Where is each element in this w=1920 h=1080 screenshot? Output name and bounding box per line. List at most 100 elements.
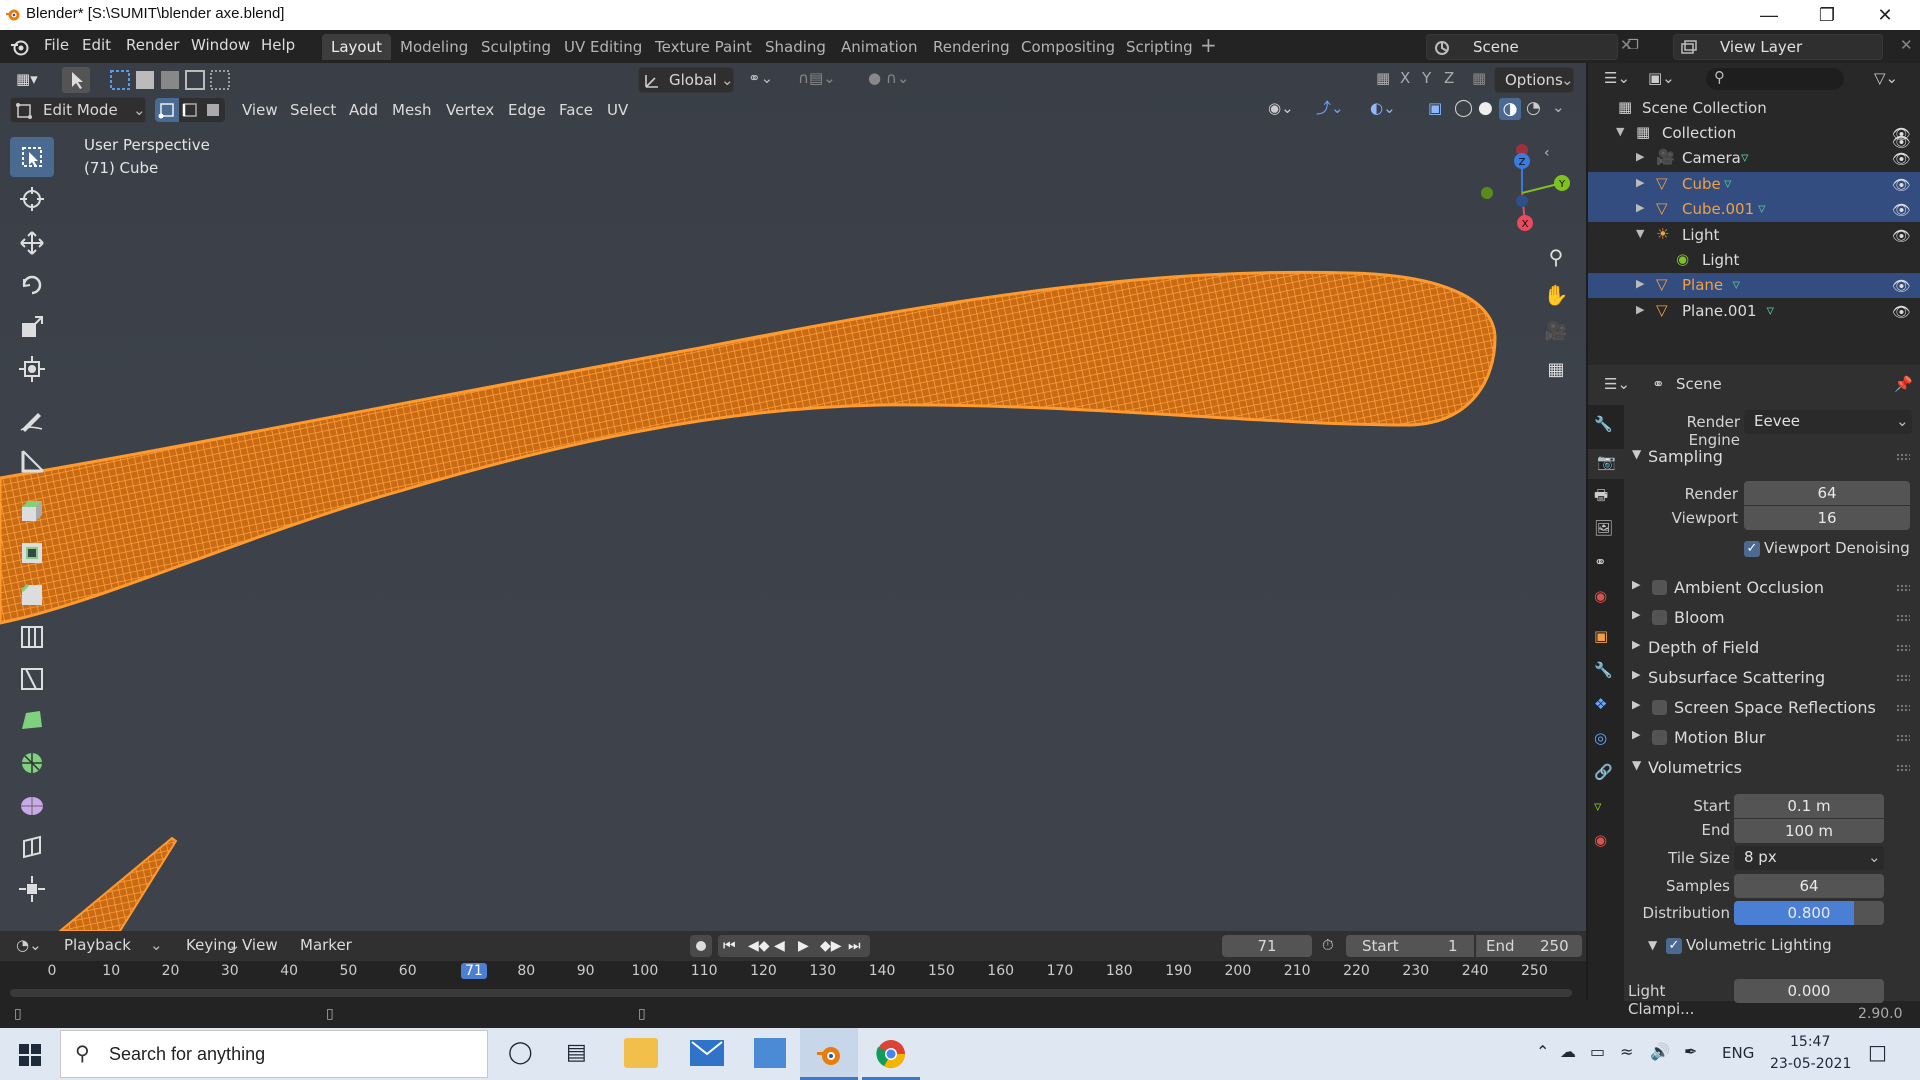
tool-tab-icon[interactable]: 🔧 — [1594, 415, 1618, 439]
tab-layout[interactable]: Layout — [322, 34, 391, 60]
disclosure-triangle-icon[interactable]: ▼ — [1616, 125, 1624, 138]
start-frame-field[interactable]: 1 — [1448, 935, 1458, 957]
jump-end-icon[interactable]: ⏭ — [848, 935, 861, 957]
cursor-tool-icon[interactable] — [10, 179, 54, 219]
add-workspace-icon[interactable]: + — [1200, 33, 1217, 57]
outliner-row[interactable]: ▼ ▦ Collection 👁 — [1588, 121, 1920, 146]
tab-scripting[interactable]: Scripting — [1117, 34, 1202, 60]
navigation-gizmo[interactable]: Z Y X — [1470, 143, 1580, 243]
spin-tool-icon[interactable] — [10, 743, 54, 783]
annotate-tool-icon[interactable] — [10, 399, 54, 439]
taskbar-search-input[interactable]: ⚲ Search for anything — [60, 1030, 488, 1078]
ortho-toggle-icon[interactable]: ▦ — [1541, 359, 1571, 389]
tab-compositing[interactable]: Compositing — [1012, 34, 1124, 60]
tab-shading[interactable]: Shading — [756, 34, 835, 60]
viewport-samples-field[interactable]: 16 — [1744, 506, 1910, 530]
panel-ambient-occlusion[interactable]: ▶ Ambient Occlusion — [1626, 574, 1918, 602]
wifi-icon[interactable]: ≈ — [1620, 1042, 1633, 1061]
3d-viewport[interactable]: ▦▾ Global ⌄ ⚭⌄ ∩▤⌄ ● ∩⌄ ▦ X Y Z ▦ Option… — [0, 63, 1586, 931]
panel-bloom[interactable]: ▶ Bloom — [1626, 604, 1918, 632]
panel-enable-checkbox[interactable] — [1652, 610, 1667, 625]
object-data-icon[interactable]: ▿ — [1741, 148, 1749, 166]
outliner-row[interactable]: ▶ ▽ Cube ▿ 👁 — [1588, 171, 1920, 197]
disclosure-triangle-icon[interactable]: ▼ — [1636, 227, 1644, 240]
volumetric-start-field[interactable]: 0.1 m — [1734, 794, 1884, 818]
notifications-icon[interactable]: □ — [1868, 1040, 1887, 1064]
subpanel-expanded-icon[interactable]: ▼ — [1648, 938, 1657, 952]
tab-rendering[interactable]: Rendering — [924, 34, 1019, 60]
volumetric-samples-field[interactable]: 64 — [1734, 874, 1884, 898]
eye-icon[interactable]: 👁 — [1892, 277, 1911, 295]
prev-keyframe-icon[interactable]: ◀◆ — [748, 935, 770, 957]
display-mode-icon[interactable]: ▣⌄ — [1642, 67, 1681, 89]
maximize-icon[interactable]: ❐ — [1798, 0, 1856, 30]
gizmo-neg-y-icon[interactable] — [1481, 187, 1493, 199]
menu-render[interactable]: Render — [126, 36, 179, 54]
drag-handle-icon[interactable] — [1896, 704, 1910, 712]
close-icon[interactable]: ✕ — [1856, 0, 1914, 30]
panel-motion-blur[interactable]: ▶ Motion Blur — [1626, 724, 1918, 752]
panel-screen-space-reflections[interactable]: ▶ Screen Space Reflections — [1626, 694, 1918, 722]
drag-handle-icon[interactable] — [1896, 644, 1910, 652]
battery-icon[interactable]: ▭ — [1590, 1042, 1605, 1061]
windows-start-icon[interactable] — [19, 1044, 41, 1066]
render-samples-field[interactable]: 64 — [1744, 481, 1910, 505]
constraints-tab-icon[interactable]: 🔗 — [1594, 763, 1618, 787]
loop-cut-tool-icon[interactable] — [10, 617, 54, 657]
scene-selector[interactable]: Scene ❐ — [1426, 34, 1639, 60]
panel-depth-of-field[interactable]: ▶ Depth of Field — [1626, 634, 1918, 662]
eye-icon[interactable]: 👁 — [1892, 303, 1911, 321]
eye-icon[interactable]: 👁 — [1892, 201, 1911, 219]
timeline-ruler[interactable]: 0 10 20 30 40 50 60 71 80 90 100 110 120 130 140 150 160… — [0, 961, 1586, 1001]
tab-modeling[interactable]: Modeling — [391, 34, 477, 60]
file-explorer-icon[interactable] — [624, 1038, 658, 1068]
disclosure-triangle-icon[interactable]: ▶ — [1636, 201, 1644, 214]
panel-volumetrics[interactable]: ▼ Volumetrics — [1626, 754, 1918, 782]
task-view-icon[interactable]: ▤ — [566, 1040, 587, 1065]
panel-sampling[interactable]: ▼ Sampling — [1626, 443, 1918, 471]
viewport-denoising-checkbox[interactable]: ✓ — [1744, 541, 1760, 557]
menu-file[interactable]: File — [44, 36, 69, 54]
next-keyframe-icon[interactable]: ◆▶ — [820, 935, 842, 957]
view-layer-selector[interactable]: View Layer — [1673, 34, 1883, 60]
cortana-icon[interactable]: ◯ — [508, 1040, 533, 1065]
pan-hand-icon[interactable]: ✋ — [1541, 283, 1571, 313]
current-frame-field[interactable]: 71 — [1222, 935, 1312, 957]
current-frame-indicator[interactable]: 71 — [461, 963, 487, 979]
timeline-menu-playback[interactable]: Playback — [58, 934, 137, 956]
outliner-editor-type-icon[interactable]: ☰⌄ — [1598, 67, 1636, 89]
desktop-app-icon[interactable] — [754, 1038, 786, 1068]
inset-tool-icon[interactable] — [10, 533, 54, 573]
clock-time[interactable]: 15:47 — [1790, 1034, 1830, 1050]
minimize-icon[interactable]: — — [1740, 0, 1798, 30]
drag-handle-icon[interactable] — [1896, 584, 1910, 592]
tab-animation[interactable]: Animation — [832, 34, 926, 60]
outliner-row[interactable]: ▶ 🎥 Camera ▿ 👁 — [1588, 146, 1920, 171]
onedrive-icon[interactable]: ☁ — [1560, 1042, 1576, 1061]
eye-icon[interactable]: 👁 — [1892, 227, 1911, 245]
panel-enable-checkbox[interactable] — [1652, 580, 1667, 595]
output-tab-icon[interactable]: 🖶 — [1594, 485, 1618, 509]
view-layer-delete-icon[interactable]: ✕ — [1900, 36, 1913, 54]
disclosure-triangle-icon[interactable]: ▶ — [1636, 303, 1644, 316]
drag-handle-icon[interactable] — [1896, 734, 1910, 742]
panel-enable-checkbox[interactable] — [1652, 730, 1667, 745]
filter-icon[interactable]: ▽⌄ — [1868, 67, 1904, 89]
extrude-tool-icon[interactable] — [10, 491, 54, 531]
object-tab-icon[interactable]: ▣ — [1594, 627, 1618, 651]
clock-date[interactable]: 23-05-2021 — [1770, 1056, 1851, 1072]
menu-window[interactable]: Window — [191, 36, 250, 54]
menu-edit[interactable]: Edit — [82, 36, 111, 54]
eye-icon[interactable]: 👁 — [1892, 176, 1911, 194]
disclosure-triangle-icon[interactable]: ▶ — [1636, 277, 1644, 290]
volumetric-lighting-checkbox[interactable]: ✓ — [1666, 938, 1682, 954]
taskbar-chrome-button[interactable] — [862, 1028, 920, 1080]
view-layer-tab-icon[interactable]: 🖼 — [1594, 519, 1618, 543]
data-tab-icon[interactable]: ▿ — [1594, 797, 1618, 821]
knife-tool-icon[interactable] — [10, 659, 54, 699]
poly-build-tool-icon[interactable] — [10, 701, 54, 741]
play-icon[interactable]: ▶ — [798, 935, 809, 957]
drag-handle-icon[interactable] — [1896, 453, 1910, 461]
eye-icon[interactable]: 👁 — [1892, 125, 1911, 143]
pin-icon[interactable]: 📌 — [1894, 375, 1913, 393]
